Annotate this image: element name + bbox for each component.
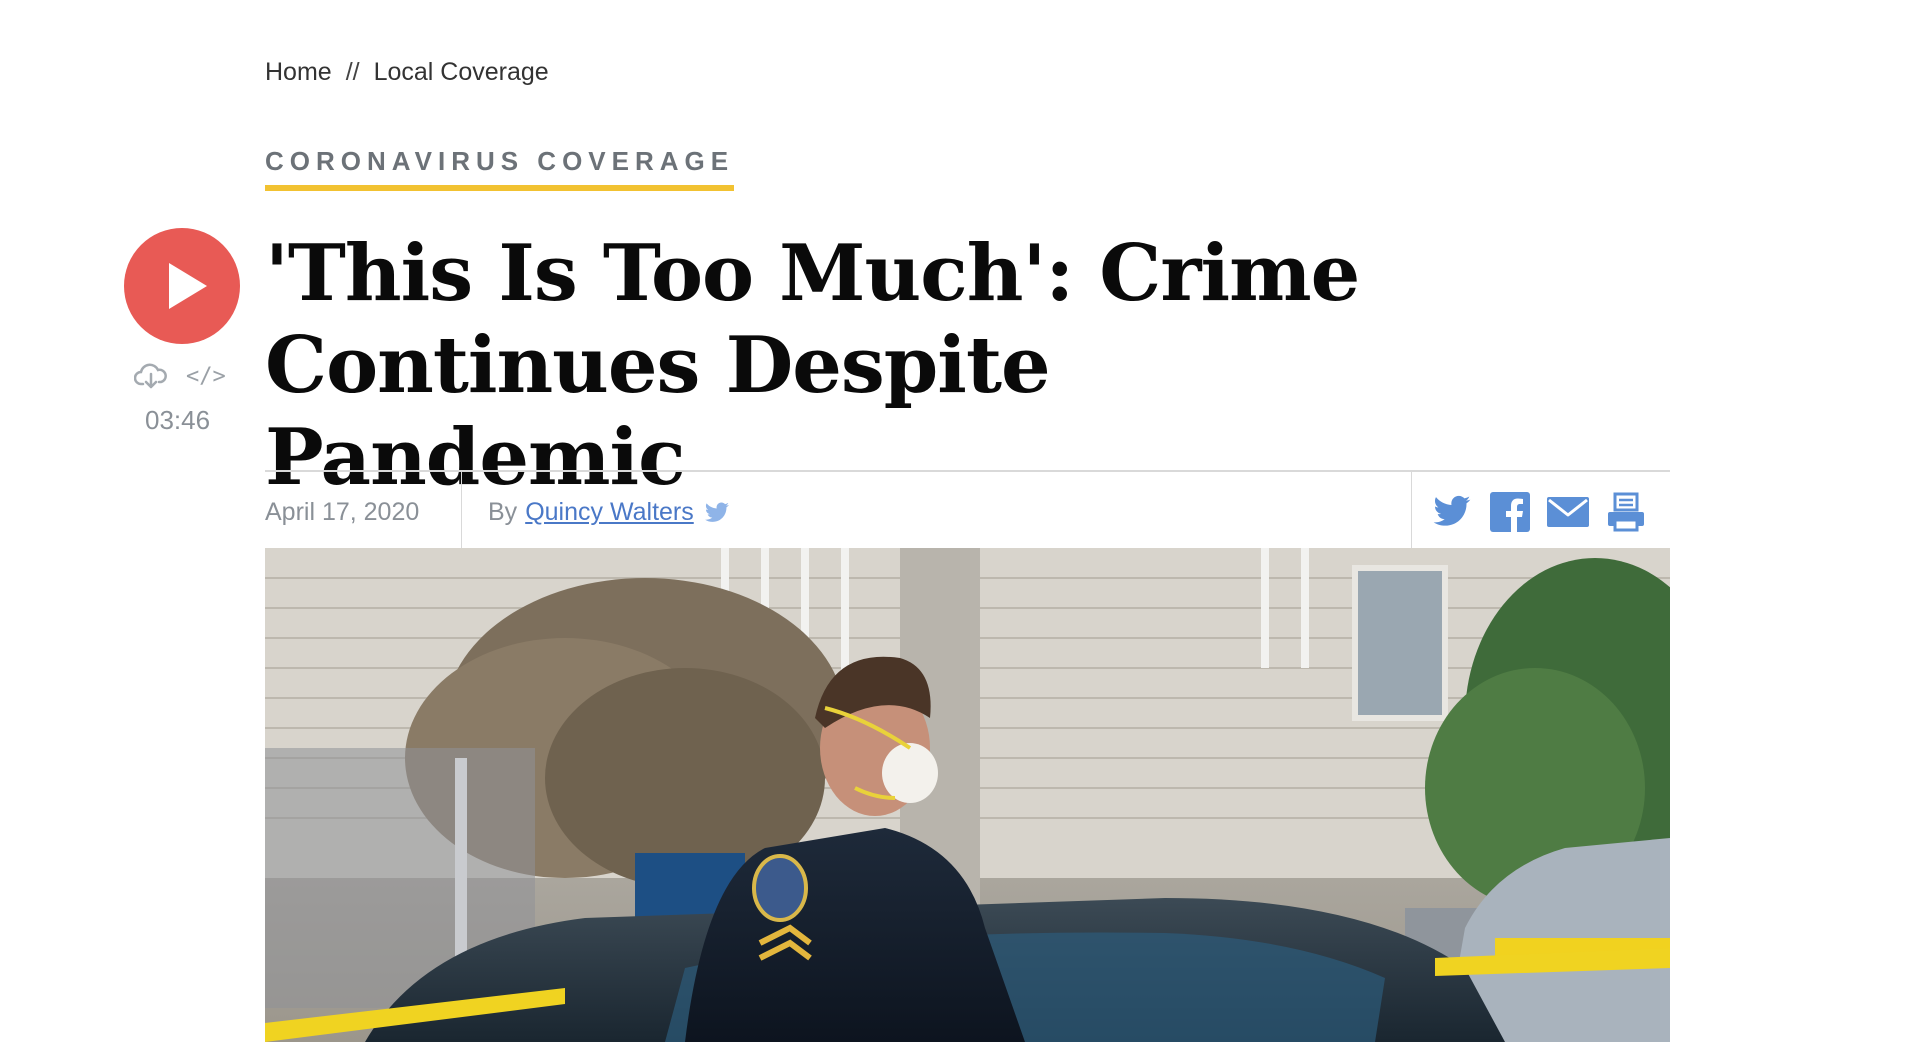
author-link[interactable]: Quincy Walters	[525, 498, 694, 527]
author-twitter-icon[interactable]	[704, 501, 730, 524]
article-page: Home // Local Coverage CORONAVIRUS COVER…	[0, 0, 1926, 1042]
share-tools	[1431, 492, 1647, 532]
audio-play-button[interactable]	[124, 228, 240, 344]
twitter-icon[interactable]	[1431, 492, 1473, 532]
email-icon[interactable]	[1547, 492, 1589, 532]
section-tag-link[interactable]: CORONAVIRUS COVERAGE	[265, 146, 735, 191]
breadcrumb-local-coverage-link[interactable]: Local Coverage	[374, 58, 549, 87]
article-hero-photo	[265, 548, 1670, 1042]
breadcrumb: Home // Local Coverage	[265, 58, 549, 87]
article-headline: 'This Is Too Much': Crime Continues Desp…	[265, 228, 1360, 503]
breadcrumb-home-link[interactable]: Home	[265, 58, 332, 87]
meta-divider	[1411, 472, 1412, 550]
print-icon[interactable]	[1605, 492, 1647, 532]
facebook-icon[interactable]	[1489, 492, 1531, 532]
byline: By Quincy Walters	[488, 498, 730, 527]
audio-duration: 03:46	[145, 405, 211, 435]
breadcrumb-separator: //	[345, 58, 360, 86]
byline-prefix: By	[488, 498, 518, 526]
audio-tools: </>	[134, 362, 226, 390]
article-meta: April 17, 2020 By Quincy Walters	[265, 470, 1670, 550]
publish-date: April 17, 2020	[265, 498, 420, 526]
meta-divider	[461, 472, 462, 550]
download-icon[interactable]	[134, 362, 168, 390]
play-icon	[169, 263, 207, 309]
embed-code-button[interactable]: </>	[186, 364, 226, 389]
